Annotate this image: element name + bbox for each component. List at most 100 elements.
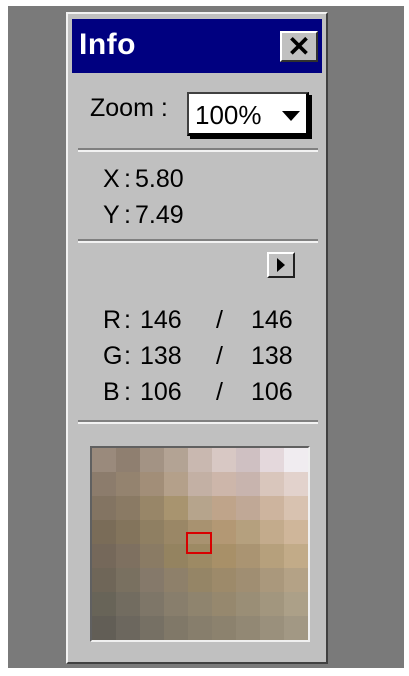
pixel-cell — [212, 544, 236, 568]
chevron-down-icon — [282, 111, 300, 121]
pixel-cell — [188, 616, 212, 640]
pixel-cell — [116, 592, 140, 616]
menu-arrow-icon — [277, 258, 285, 272]
pixel-cell — [116, 544, 140, 568]
zoom-value: 100% — [195, 100, 262, 130]
pixel-cell — [284, 472, 308, 496]
pixel-cell — [140, 448, 164, 472]
pixel-cell — [236, 568, 260, 592]
pixel-cell — [164, 544, 188, 568]
pixel-cell — [116, 448, 140, 472]
x-label: X — [103, 165, 120, 193]
pixel-cell — [236, 496, 260, 520]
pixel-cell — [140, 544, 164, 568]
pixel-cell — [212, 520, 236, 544]
pixel-cell — [212, 592, 236, 616]
pixel-cell — [92, 616, 116, 640]
pixel-cell — [188, 568, 212, 592]
g-value-secondary: 138 — [251, 342, 293, 370]
frame-left — [0, 0, 8, 676]
pixel-cell — [164, 616, 188, 640]
pixel-cell — [284, 520, 308, 544]
pixel-cell — [260, 544, 284, 568]
pixel-cell — [164, 496, 188, 520]
pixel-cell — [284, 496, 308, 520]
pixel-cell — [140, 520, 164, 544]
pixel-cell — [236, 544, 260, 568]
color-preview — [90, 446, 310, 642]
zoom-select[interactable]: 100% — [187, 92, 309, 136]
pixel-cell — [260, 448, 284, 472]
pixel-cell — [140, 592, 164, 616]
pixel-cell — [284, 592, 308, 616]
x-colon: : — [124, 165, 131, 193]
pixel-cell — [164, 568, 188, 592]
g-colon: : — [124, 342, 131, 370]
close-icon: ✕ — [287, 30, 311, 62]
pixel-cell — [92, 496, 116, 520]
pixel-cell — [164, 448, 188, 472]
b-value-secondary: 106 — [251, 378, 293, 406]
info-panel: Info ✕ Zoom : 100% X : 5.80 Y : 7.49 R :… — [66, 12, 328, 664]
pixel-cell — [284, 544, 308, 568]
pixel-cell — [188, 592, 212, 616]
pixel-cell — [92, 448, 116, 472]
pixel-cell — [260, 520, 284, 544]
frame-bottom — [0, 668, 409, 676]
pixel-cell — [212, 472, 236, 496]
b-separator: / — [216, 378, 223, 406]
pixel-cell — [140, 568, 164, 592]
b-value: 106 — [140, 378, 182, 406]
pixel-cell — [140, 616, 164, 640]
pixel-cell — [164, 472, 188, 496]
pixel-cell — [212, 568, 236, 592]
y-colon: : — [124, 201, 131, 229]
g-label: G — [103, 342, 123, 370]
pixel-cell — [92, 544, 116, 568]
pixel-cell — [212, 616, 236, 640]
panel-title: Info — [79, 28, 136, 61]
pixel-cell — [140, 496, 164, 520]
title-bar[interactable]: Info ✕ — [72, 19, 322, 73]
r-value: 146 — [140, 306, 182, 334]
pixel-cell — [188, 496, 212, 520]
pixel-cell — [236, 616, 260, 640]
x-value: 5.80 — [135, 165, 184, 193]
pixel-cell — [260, 592, 284, 616]
pixel-cell — [92, 520, 116, 544]
pixel-cell — [284, 568, 308, 592]
pixel-cell — [92, 568, 116, 592]
sample-cursor — [186, 532, 212, 554]
pixel-cell — [260, 616, 284, 640]
pixel-cell — [164, 520, 188, 544]
pixel-cell — [284, 448, 308, 472]
pixel-cell — [236, 520, 260, 544]
pixel-cell — [260, 472, 284, 496]
pixel-cell — [236, 448, 260, 472]
pixel-cell — [260, 568, 284, 592]
frame-top — [0, 0, 409, 6]
pixel-cell — [212, 496, 236, 520]
pixel-cell — [116, 568, 140, 592]
close-button[interactable]: ✕ — [280, 31, 318, 62]
pixel-cell — [92, 592, 116, 616]
pixel-cell — [164, 592, 188, 616]
b-colon: : — [124, 378, 131, 406]
pixel-cell — [116, 616, 140, 640]
pixel-cell — [116, 520, 140, 544]
pixel-cell — [260, 496, 284, 520]
pixel-cell — [116, 496, 140, 520]
pixel-cell — [284, 616, 308, 640]
separator — [78, 420, 318, 424]
separator — [78, 239, 318, 243]
g-separator: / — [216, 342, 223, 370]
r-value-secondary: 146 — [251, 306, 293, 334]
r-separator: / — [216, 306, 223, 334]
pixel-cell — [188, 472, 212, 496]
y-value: 7.49 — [135, 201, 184, 229]
info-options-button[interactable] — [267, 252, 295, 278]
pixel-cell — [140, 472, 164, 496]
r-label: R — [103, 306, 122, 334]
frame-right — [404, 0, 409, 676]
pixel-cell — [236, 472, 260, 496]
